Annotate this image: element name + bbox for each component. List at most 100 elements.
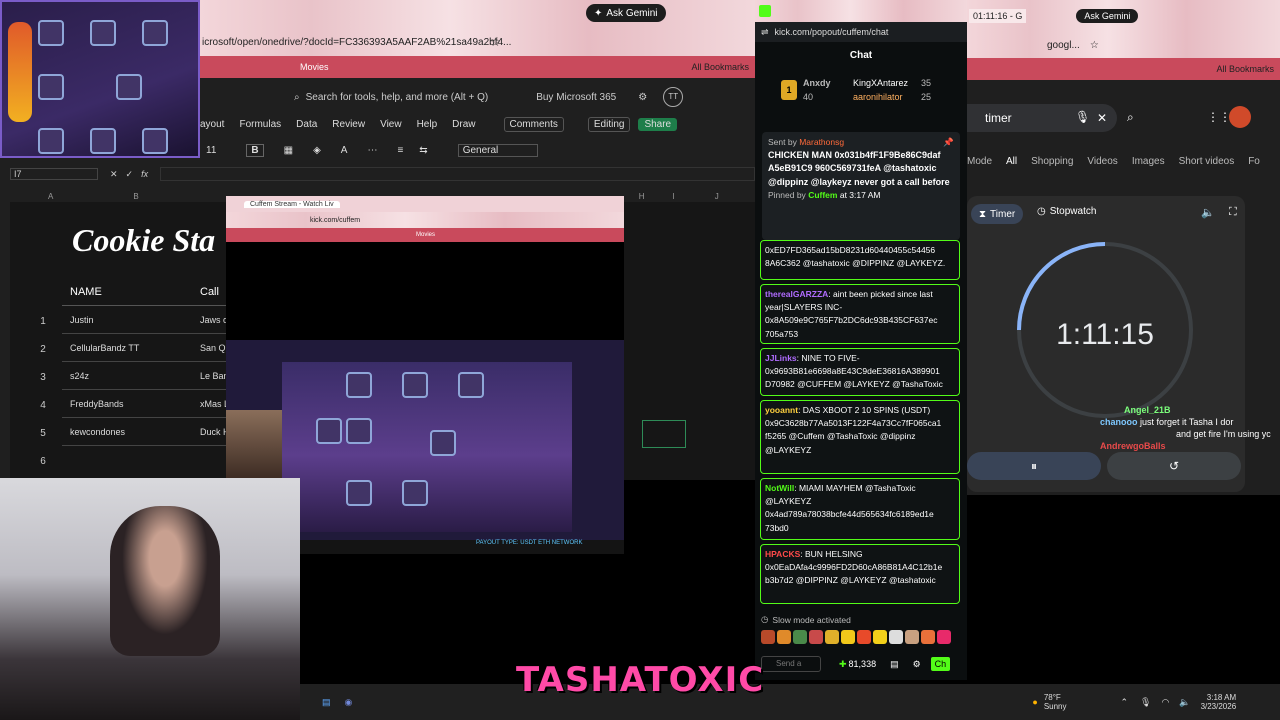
search-icon[interactable]: ⌕	[1127, 110, 1134, 125]
clock[interactable]: 3:18 AM 3/23/2026	[1201, 693, 1237, 711]
tab-draw[interactable]: Draw	[452, 119, 475, 130]
close-icon[interactable]: ✕	[110, 169, 118, 180]
speaker-icon[interactable]: 🔈	[1179, 697, 1190, 708]
stream-tab[interactable]: Cuffem Stream - Watch Liv	[226, 196, 624, 212]
emote[interactable]	[825, 630, 839, 644]
chevron-up-icon[interactable]: ⌃	[1121, 697, 1129, 708]
ask-gemini-button[interactable]: Ask Gemini	[1076, 9, 1139, 23]
editing-button[interactable]: Editing	[587, 116, 631, 132]
buy-m365-button[interactable]: Buy Microsoft 365	[536, 92, 616, 103]
chat-message[interactable]: yooannt: DAS XBOOT 2 10 SPINS (USDT) 0x9…	[760, 400, 960, 474]
tab-more[interactable]: Fo	[1248, 156, 1260, 167]
stream-address-bar[interactable]: kick.com/cuffem	[226, 212, 624, 228]
table-row[interactable]: kewcondones Duck H	[62, 418, 232, 446]
timer-tab[interactable]: ⧗ Timer	[971, 204, 1024, 224]
close-icon[interactable]: ✕	[1097, 111, 1107, 125]
google-address-bar[interactable]: googl... ☆	[967, 32, 1280, 58]
comments-button[interactable]: Comments	[503, 116, 564, 132]
more-icon[interactable]: ⋯	[367, 145, 377, 156]
table-row[interactable]: CellularBandz TT San Q	[62, 334, 232, 362]
tab-view[interactable]: View	[380, 119, 402, 130]
sent-by-user[interactable]: Marathonsg	[799, 137, 844, 147]
tab-review[interactable]: Review	[332, 119, 365, 130]
leader-name[interactable]: KingXAntarez	[853, 78, 908, 88]
formula-input[interactable]	[160, 167, 755, 181]
name-box[interactable]: I7	[10, 168, 98, 180]
pinned-message[interactable]: Sent by Marathonsg 📌 CHICKEN MAN 0x031b4f…	[762, 132, 960, 240]
chat-send-button[interactable]: Ch	[930, 657, 951, 671]
table-row[interactable]: s24z Le Ban	[62, 362, 232, 390]
store-icon[interactable]: ▤	[890, 659, 899, 670]
align-icon[interactable]: ≡	[397, 145, 403, 156]
chat-message[interactable]: JJLinks: NINE TO FIVE- 0x9693B81e6698a8E…	[760, 348, 960, 396]
movies-bookmark[interactable]: Movies	[416, 232, 435, 238]
volume-icon[interactable]: 🔈	[1201, 206, 1215, 219]
emote[interactable]	[921, 630, 935, 644]
message-user[interactable]: HPACKS	[765, 549, 800, 559]
emote[interactable]	[937, 630, 951, 644]
chat-message[interactable]: 0xED7FD365ad15bD8231d60440455c54456 8A6C…	[760, 240, 960, 280]
chat-message[interactable]: NotWill: MIAMI MAYHEM @TashaToxic @LAYKE…	[760, 478, 960, 540]
borders-icon[interactable]: ▦	[284, 145, 293, 156]
bold-button[interactable]: B	[246, 143, 264, 157]
address-bar[interactable]: icrosoft/open/onedrive/?docId=FC336393A5…	[200, 28, 755, 56]
apps-icon[interactable]: ⋮⋮	[1207, 110, 1231, 124]
fill-color-icon[interactable]: ◈	[313, 145, 321, 156]
star-icon[interactable]: ☆	[1090, 40, 1099, 51]
mic-icon[interactable]: 🎙	[1075, 110, 1090, 124]
all-bookmarks[interactable]: All Bookmarks	[1216, 64, 1274, 74]
message-user[interactable]: yooannt	[765, 405, 798, 415]
emote[interactable]	[793, 630, 807, 644]
emote[interactable]	[841, 630, 855, 644]
share-button[interactable]: Share	[638, 117, 678, 131]
avatar[interactable]: TT	[663, 87, 684, 107]
excel-search-input[interactable]: Search for tools, help, and more (Alt + …	[306, 92, 489, 103]
weather-widget[interactable]: 78°F Sunny	[1044, 693, 1067, 711]
emote[interactable]	[873, 630, 887, 644]
gear-icon[interactable]: ⚙	[913, 659, 921, 670]
tab-formulas[interactable]: Formulas	[239, 119, 281, 130]
stopwatch-tab[interactable]: ◷ Stopwatch	[1037, 206, 1096, 217]
message-user[interactable]: therealGARZZA	[765, 289, 828, 299]
emote[interactable]	[777, 630, 791, 644]
file-icon[interactable]: ▤	[322, 697, 331, 708]
leader-name[interactable]: Anxdy	[803, 78, 831, 88]
google-tab[interactable]: 01:11:16 - G	[969, 9, 1027, 23]
chat-input[interactable]: Send a message	[761, 656, 821, 672]
wrap-icon[interactable]: ⇆	[419, 145, 427, 156]
number-format-select[interactable]: General	[457, 143, 538, 157]
google-search-box[interactable]: timer ✕	[967, 104, 1117, 132]
mic-icon[interactable]: 🎙	[1140, 697, 1151, 708]
star-icon[interactable]: ☆	[490, 35, 501, 49]
selected-cell[interactable]	[642, 420, 686, 448]
tab-shopping[interactable]: Shopping	[1031, 156, 1073, 167]
message-user[interactable]: NotWill	[765, 483, 794, 493]
table-row[interactable]: FreddyBands xMas L	[62, 390, 232, 418]
tab-mode[interactable]: Mode	[967, 156, 992, 167]
check-icon[interactable]: ✓	[126, 169, 134, 180]
ask-gemini-button[interactable]: ✦ Ask Gemini	[586, 4, 666, 22]
emote[interactable]	[889, 630, 903, 644]
reset-button[interactable]: ↺	[1107, 452, 1241, 480]
emote[interactable]	[809, 630, 823, 644]
chat-message[interactable]: therealGARZZA: aint been picked since la…	[760, 284, 960, 344]
font-color-icon[interactable]: A	[341, 145, 348, 156]
chat-message[interactable]: HPACKS: BUN HELSING 0x0EaDAfa4c9996FD2D6…	[760, 544, 960, 604]
emote[interactable]	[905, 630, 919, 644]
all-bookmarks[interactable]: All Bookmarks	[691, 62, 749, 72]
emote[interactable]	[857, 630, 871, 644]
tab-short-videos[interactable]: Short videos	[1179, 156, 1235, 167]
font-size-select[interactable]: 11	[206, 145, 216, 156]
tab-layout[interactable]: ayout	[200, 119, 224, 130]
pinned-by-user[interactable]: Cuffem	[808, 190, 837, 200]
chat-address-bar[interactable]: ⇌ kick.com/popout/cuffem/chat	[755, 22, 967, 42]
movies-bookmark[interactable]: Movies	[300, 62, 329, 72]
tab-videos[interactable]: Videos	[1087, 156, 1117, 167]
pause-button[interactable]: ⏸	[967, 452, 1101, 480]
table-row[interactable]: Justin Jaws o	[62, 306, 232, 334]
wifi-icon[interactable]: ◠	[1161, 697, 1169, 708]
tab-data[interactable]: Data	[296, 119, 317, 130]
tab-images[interactable]: Images	[1132, 156, 1165, 167]
leader-name[interactable]: aaronihilator	[853, 92, 903, 102]
emote[interactable]	[761, 630, 775, 644]
